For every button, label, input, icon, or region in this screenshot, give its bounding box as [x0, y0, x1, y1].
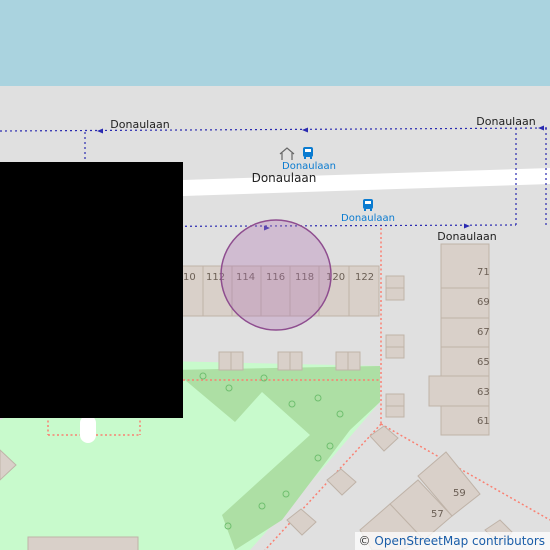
- house-number: 122: [355, 272, 374, 283]
- street-label: Donaulaan: [252, 171, 317, 185]
- map-attribution: © OpenStreetMap contributors: [354, 532, 550, 550]
- house-number: 57: [431, 509, 444, 520]
- street-label: Donaulaan: [437, 230, 496, 243]
- house-number: 59: [453, 488, 466, 499]
- house-number: 69: [477, 297, 490, 308]
- house-number: 63: [477, 387, 490, 398]
- street-label: Donaulaan: [110, 118, 169, 131]
- house-number: 61: [477, 416, 490, 427]
- house-number: 65: [477, 357, 490, 368]
- bus-stop-label[interactable]: Donaulaan: [341, 213, 395, 224]
- path-segment: [80, 415, 96, 443]
- map-view[interactable]: 10 112 114 116 118 120 122 71 69 67 65 6…: [0, 0, 550, 550]
- bus-stop-label[interactable]: Donaulaan: [282, 161, 336, 172]
- water-area: [0, 0, 550, 86]
- house-number: 10: [183, 272, 196, 283]
- house-number: 71: [477, 267, 490, 278]
- redacted-area: [0, 162, 183, 418]
- location-marker[interactable]: [220, 219, 332, 331]
- copyright-symbol: ©: [358, 534, 371, 548]
- street-label: Donaulaan: [476, 115, 535, 128]
- house-number: 67: [477, 327, 490, 338]
- attribution-link[interactable]: OpenStreetMap contributors: [374, 534, 545, 548]
